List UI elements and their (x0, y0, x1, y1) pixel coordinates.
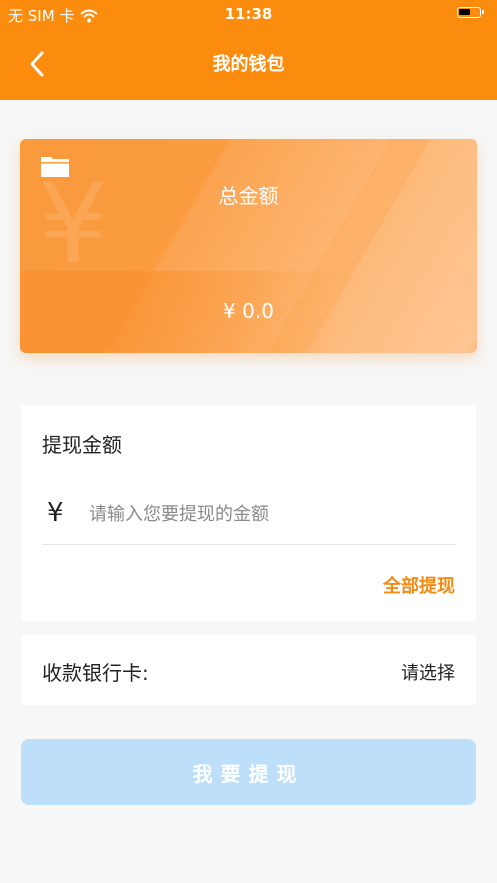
withdraw-submit-button[interactable]: 我要提现 (21, 739, 476, 805)
wallet-icon (40, 154, 70, 178)
withdraw-amount-panel: 提现金额 ¥ 全部提现 (21, 405, 476, 621)
bank-card-value: 请选择 (401, 663, 455, 684)
bank-card-selector[interactable]: 收款银行卡: 请选择 (21, 635, 476, 705)
withdraw-amount-input[interactable] (87, 493, 451, 535)
divider (42, 544, 456, 545)
withdraw-all-button[interactable]: 全部提现 (383, 572, 455, 598)
navigation-bar: 无 SIM 卡 11:38 我的钱包 (0, 0, 497, 100)
bank-card-label: 收款银行卡: (42, 661, 149, 685)
battery-icon (457, 7, 484, 18)
total-amount-value: ¥ 0.0 (223, 299, 274, 323)
wallet-balance-card: ¥ 总金额 ¥ 0.0 (20, 139, 477, 353)
status-bar: 无 SIM 卡 11:38 (0, 0, 497, 30)
status-time: 11:38 (224, 5, 273, 23)
total-amount-label: 总金额 (218, 184, 279, 208)
battery-level (459, 9, 470, 15)
currency-symbol: ¥ (47, 498, 64, 528)
withdraw-amount-heading: 提现金额 (42, 433, 122, 457)
page-title: 我的钱包 (212, 54, 285, 75)
